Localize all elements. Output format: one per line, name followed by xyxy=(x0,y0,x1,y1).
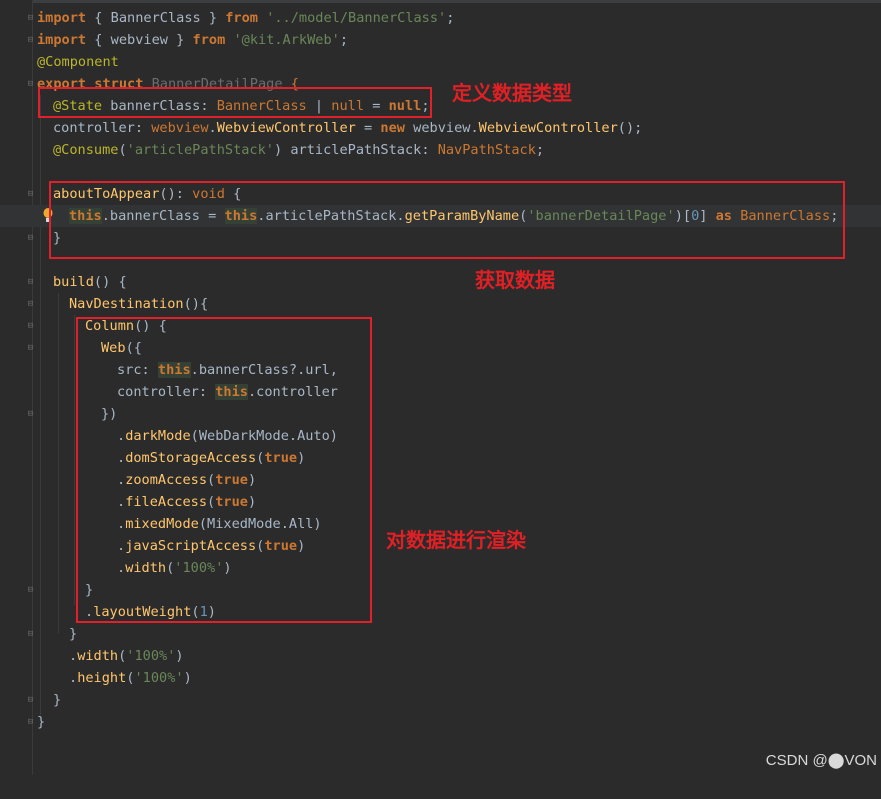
code-text[interactable]: } xyxy=(37,711,45,733)
code-line[interactable]: ⊟ } xyxy=(0,711,881,733)
fold-marker-icon[interactable]: ⊟ xyxy=(26,343,35,353)
keyword: import xyxy=(37,10,87,26)
fold-marker-icon[interactable]: ⊟ xyxy=(26,79,35,89)
code-line[interactable]: ⊟ build() { xyxy=(0,271,881,293)
code-text[interactable]: @Consume('articlePathStack') articlePath… xyxy=(53,139,544,161)
code-line[interactable]: ⊟ } xyxy=(0,623,881,645)
fold-marker-icon[interactable]: ⊟ xyxy=(26,717,35,727)
code-text[interactable]: .height('100%') xyxy=(69,667,192,689)
code-line[interactable]: ⊟ NavDestination(){ xyxy=(0,293,881,315)
code-line[interactable]: ⊟ import { BannerClass } from '../model/… xyxy=(0,7,881,29)
annotation-box-column xyxy=(76,317,372,623)
fold-marker-icon[interactable]: ⊟ xyxy=(26,189,35,199)
fold-marker-icon[interactable]: ⊟ xyxy=(26,299,35,309)
code-text[interactable]: @Component xyxy=(37,51,119,73)
annotation-render-data: 对数据进行渲染 xyxy=(386,528,526,552)
code-text[interactable]: .width('100%') xyxy=(69,645,184,667)
code-line[interactable]: @Consume('articlePathStack') articlePath… xyxy=(0,139,881,161)
code-line[interactable]: .height('100%') xyxy=(0,667,881,689)
annotation-box-about-to-appear xyxy=(49,181,845,259)
code-line[interactable] xyxy=(0,161,881,183)
fold-marker-icon[interactable]: ⊟ xyxy=(26,35,35,45)
fold-marker-icon[interactable]: ⊟ xyxy=(26,277,35,287)
annotation-get-data: 获取数据 xyxy=(475,268,555,292)
code-line[interactable]: ⊟ } xyxy=(0,689,881,711)
code-text[interactable]: } xyxy=(69,623,77,645)
fold-marker-icon[interactable]: ⊟ xyxy=(26,409,35,419)
fold-marker-icon[interactable]: ⊟ xyxy=(26,695,35,705)
annotation-define-type: 定义数据类型 xyxy=(452,81,572,105)
fold-marker-icon[interactable]: ⊟ xyxy=(26,629,35,639)
code-line[interactable]: controller: webview.WebviewController = … xyxy=(0,117,881,139)
code-text[interactable]: } xyxy=(53,689,61,711)
fold-marker-icon[interactable]: ⊟ xyxy=(26,233,35,243)
code-line[interactable]: .width('100%') xyxy=(0,645,881,667)
code-line[interactable]: @Component xyxy=(0,51,881,73)
code-text[interactable]: import { webview } from '@kit.ArkWeb'; xyxy=(37,29,348,51)
code-line[interactable]: ⊟ import { webview } from '@kit.ArkWeb'; xyxy=(0,29,881,51)
code-text[interactable]: import { BannerClass } from '../model/Ba… xyxy=(37,7,454,29)
fold-marker-icon[interactable]: ⊟ xyxy=(26,585,35,595)
code-text[interactable]: controller: webview.WebviewController = … xyxy=(53,117,642,139)
annotation-box-state xyxy=(38,87,432,118)
fold-marker-icon[interactable]: ⊟ xyxy=(26,13,35,23)
editor-tab-strip xyxy=(0,0,881,3)
code-text[interactable]: build() { xyxy=(53,271,127,293)
fold-marker-icon[interactable]: ⊟ xyxy=(26,321,35,331)
watermark: CSDN @⬤VON xyxy=(765,752,877,769)
code-text[interactable]: NavDestination(){ xyxy=(69,293,208,315)
